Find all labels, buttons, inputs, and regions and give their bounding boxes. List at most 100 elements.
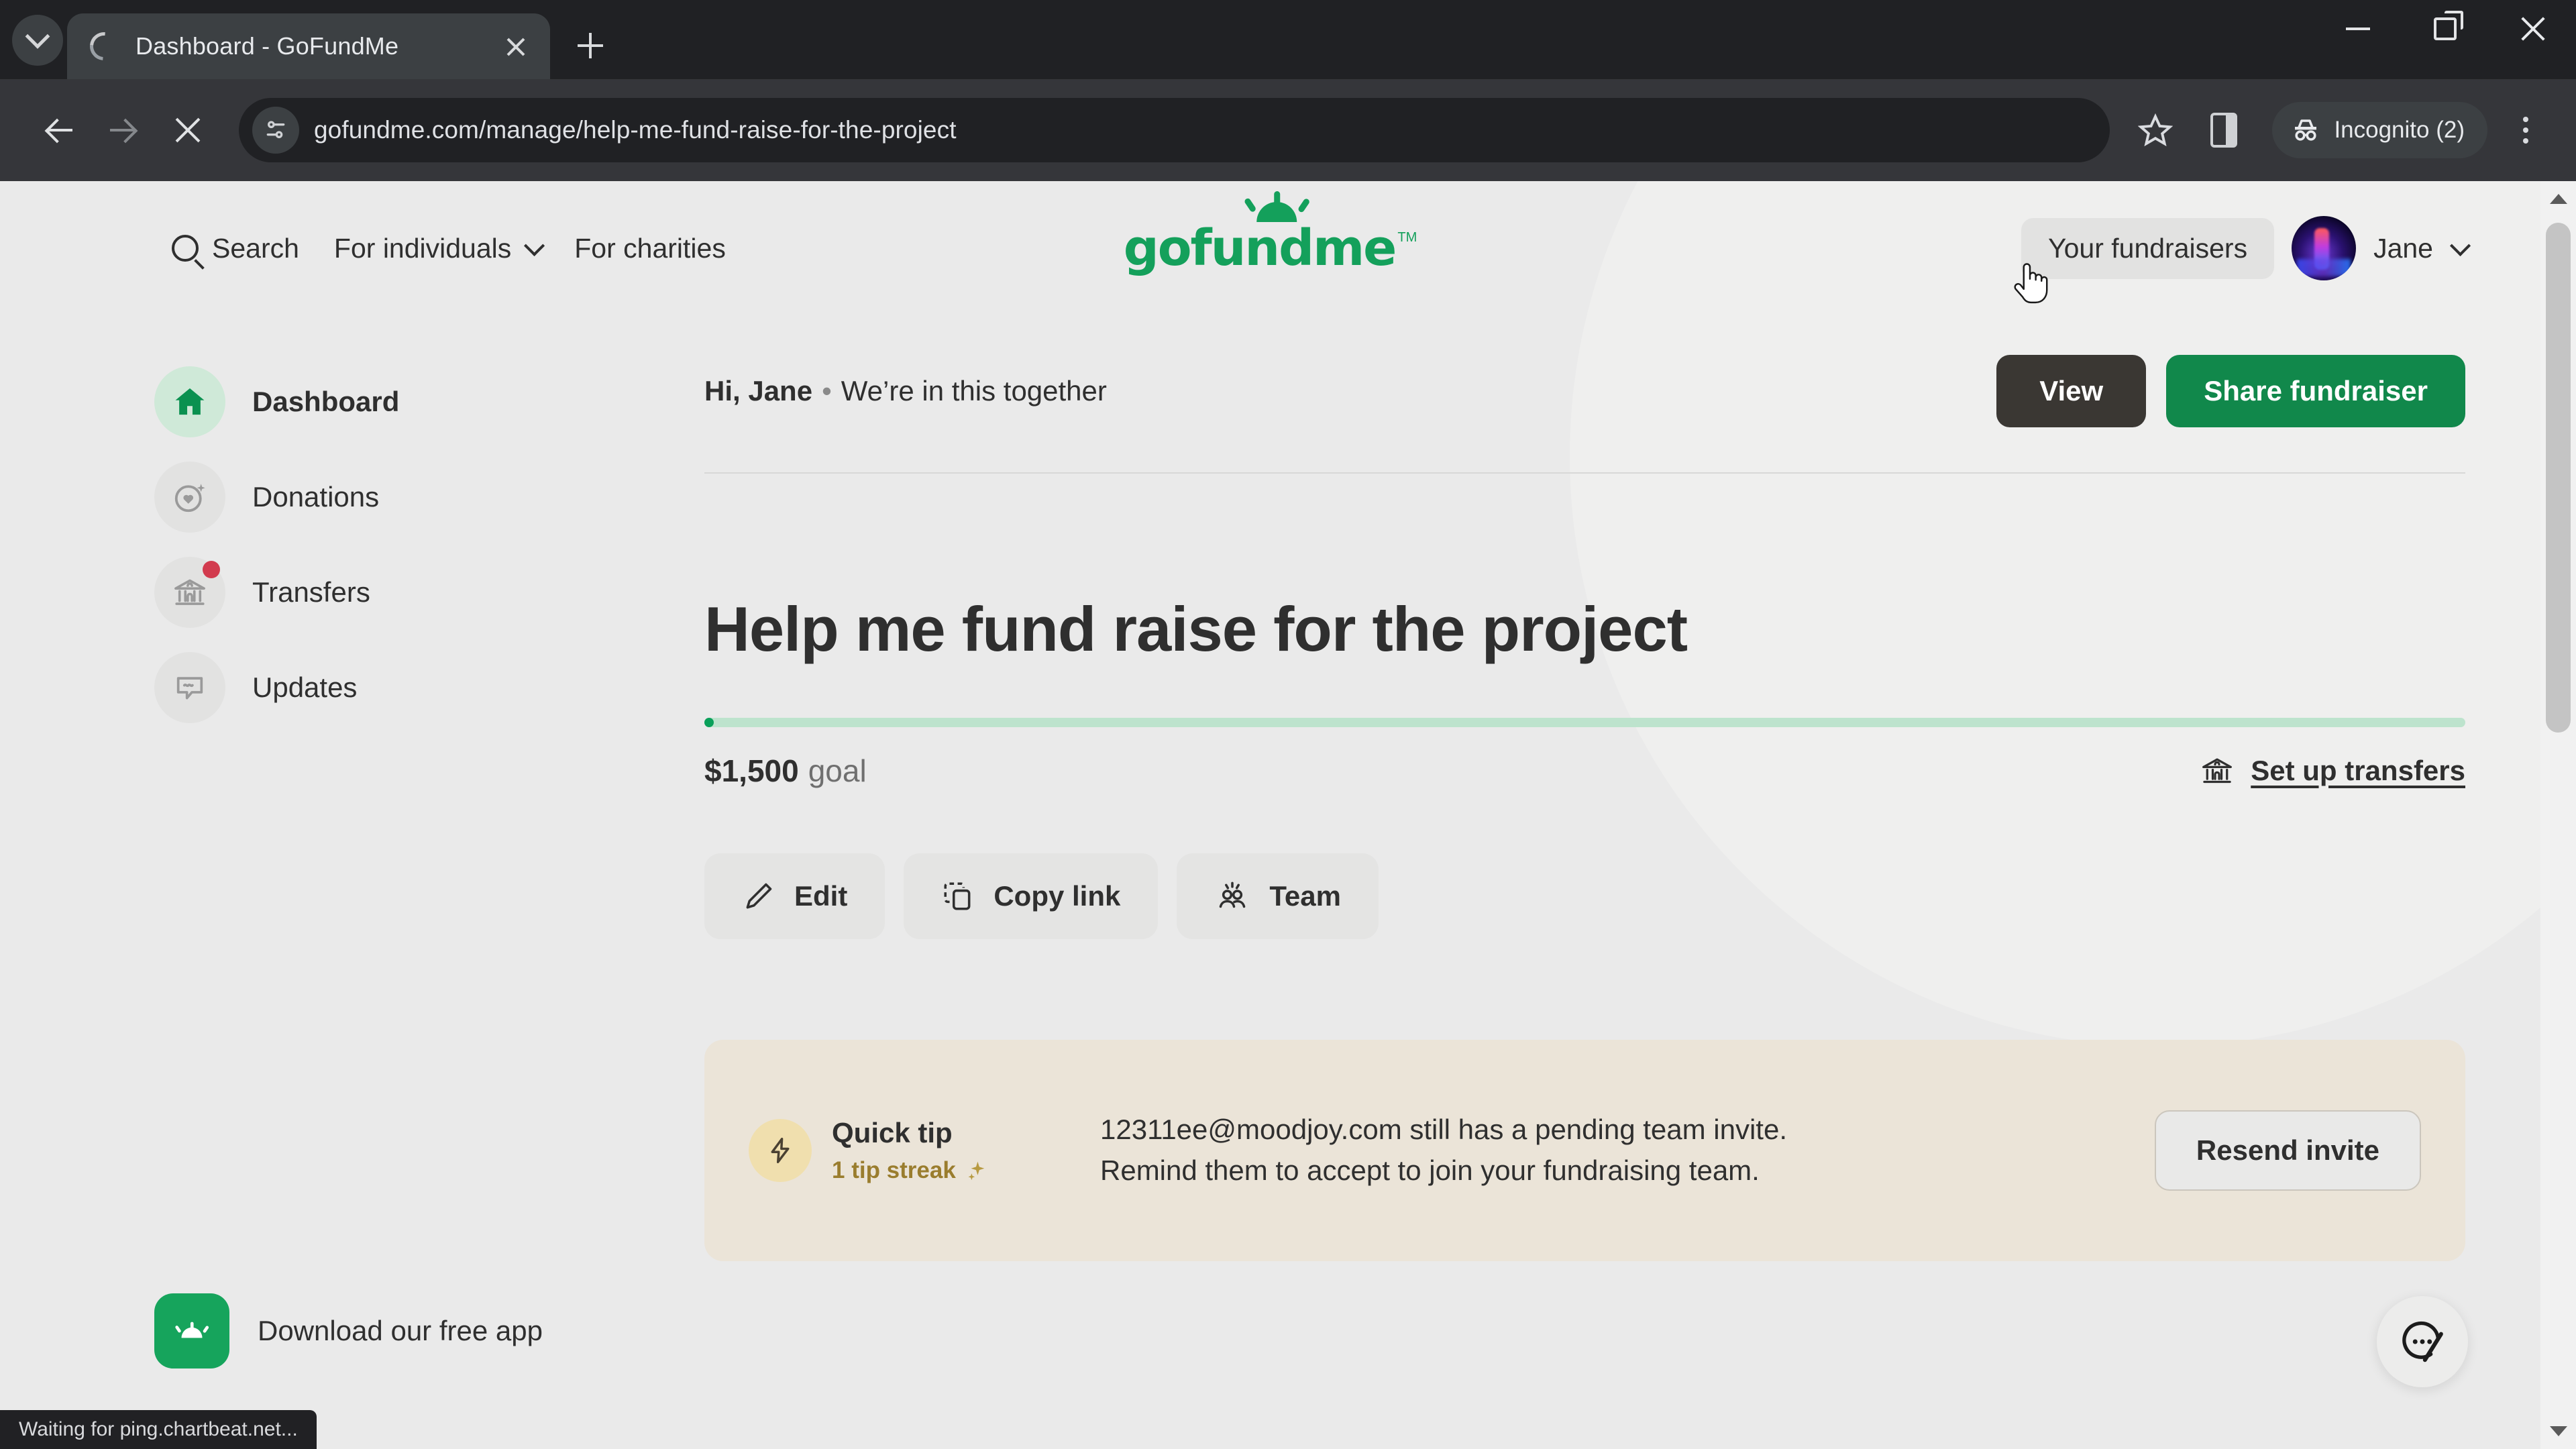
help-chat-button[interactable] (2377, 1296, 2468, 1387)
site-settings-icon[interactable] (252, 107, 299, 154)
nav-search-label: Search (212, 232, 299, 264)
close-icon (2518, 14, 2547, 44)
sidebar-item-label: Transfers (252, 576, 370, 608)
copy-link-label: Copy link (994, 880, 1121, 912)
page-viewport: Search For individuals For charities gof… (0, 181, 2576, 1449)
home-icon (154, 366, 225, 437)
chat-check-icon (2402, 1321, 2443, 1362)
download-app-promo[interactable]: Download our free app (154, 1293, 543, 1368)
share-fundraiser-button[interactable]: Share fundraiser (2166, 355, 2465, 427)
greeting-name: Hi, Jane (704, 375, 813, 407)
sidebar-item-donations[interactable]: Donations (154, 449, 704, 545)
tab-search-button[interactable] (12, 15, 63, 66)
sidebar: Dashboard Donations Transfers Updates (154, 315, 704, 1261)
your-fundraisers-button[interactable]: Your fundraisers (2021, 217, 2275, 279)
scroll-up-button[interactable] (2540, 181, 2576, 217)
minimize-button[interactable] (2314, 0, 2402, 58)
stop-loading-button[interactable] (156, 98, 220, 162)
gofundme-logo[interactable]: gofundme TM (1124, 191, 1417, 277)
sparkle-icon (968, 1161, 985, 1181)
scroll-down-button[interactable] (2540, 1413, 2576, 1449)
search-icon (172, 235, 199, 262)
team-label: Team (1269, 880, 1341, 912)
close-icon[interactable] (496, 27, 535, 66)
trademark-mark: TM (1397, 230, 1417, 245)
close-icon (173, 115, 203, 145)
url-text: gofundme.com/manage/help-me-fund-raise-f… (314, 116, 957, 144)
scrollbar-thumb[interactable] (2546, 223, 2571, 733)
window-controls (2314, 0, 2576, 79)
quick-tip-streak: 1 tip streak (832, 1157, 988, 1184)
sidebar-item-dashboard[interactable]: Dashboard (154, 354, 704, 449)
browser-tab[interactable]: Dashboard - GoFundMe (67, 13, 550, 79)
tab-loading-spinner-icon (84, 26, 124, 66)
new-tab-button[interactable] (566, 21, 614, 70)
nav-for-charities[interactable]: For charities (557, 223, 743, 274)
primary-nav: Search For individuals For charities (154, 223, 743, 274)
side-panel-button[interactable] (2192, 98, 2256, 162)
close-window-button[interactable] (2489, 0, 2576, 58)
avatar[interactable] (2292, 216, 2357, 280)
minimize-icon (2346, 28, 2370, 30)
sunrise-icon (1244, 191, 1309, 222)
bookmark-button[interactable] (2123, 98, 2188, 162)
sidebar-item-transfers[interactable]: Transfers (154, 545, 704, 640)
sidebar-item-label: Dashboard (252, 386, 400, 417)
menu-dot (2523, 138, 2528, 144)
main-header-actions: View Share fundraiser (1996, 355, 2465, 427)
browser-window: Dashboard - GoFundMe gofundme.com/manage… (0, 0, 2576, 1449)
sidebar-item-label: Updates (252, 672, 358, 703)
copy-icon (944, 882, 971, 910)
gofundme-dashboard-page: Search For individuals For charities gof… (0, 181, 2540, 1449)
header-right: Your fundraisers Jane (2021, 216, 2471, 280)
lightning-bolt-icon (749, 1119, 812, 1182)
address-bar[interactable]: gofundme.com/manage/help-me-fund-raise-f… (239, 98, 2110, 162)
download-app-label: Download our free app (258, 1315, 543, 1346)
status-bar: Waiting for ping.chartbeat.net... (0, 1410, 317, 1449)
caret-down-icon (2549, 1426, 2567, 1436)
set-up-transfers-label: Set up transfers (2251, 755, 2465, 786)
view-button[interactable]: View (1996, 355, 2147, 427)
incognito-indicator[interactable]: Incognito (2) (2272, 102, 2487, 158)
menu-dot (2523, 127, 2528, 133)
donation-heart-icon (154, 462, 225, 533)
star-icon (2138, 113, 2174, 147)
nav-for-individuals[interactable]: For individuals (317, 223, 557, 274)
copy-link-button[interactable]: Copy link (904, 853, 1159, 939)
back-button[interactable] (27, 98, 91, 162)
main-header: Hi, Jane • We’re in this together View Sha… (704, 347, 2465, 435)
goal-amount: $1,500 (704, 753, 799, 788)
page-scrollbar[interactable] (2540, 181, 2576, 1449)
nav-for-individuals-label: For individuals (333, 232, 512, 264)
resend-invite-button[interactable]: Resend invite (2154, 1110, 2421, 1191)
goal-label: goal (808, 753, 867, 788)
bank-icon (154, 557, 225, 628)
browser-toolbar: gofundme.com/manage/help-me-fund-raise-f… (0, 79, 2576, 181)
quick-tip-streak-label: 1 tip streak (832, 1157, 956, 1183)
quick-tip-heading: Quick tip (832, 1117, 953, 1148)
set-up-transfers-link[interactable]: Set up transfers (2200, 753, 2465, 788)
maximize-button[interactable] (2402, 0, 2489, 58)
greeting-separator: • (822, 375, 832, 407)
menu-dot (2523, 117, 2528, 122)
chevron-down-icon (524, 235, 545, 257)
quick-tip-card: Quick tip 1 tip streak 12311ee@moodjoy.c… (704, 1040, 2465, 1261)
greeting: Hi, Jane • We’re in this together (704, 375, 1107, 407)
chevron-down-icon[interactable] (2449, 235, 2471, 257)
tab-title: Dashboard - GoFundMe (136, 32, 399, 60)
edit-button[interactable]: Edit (704, 853, 885, 939)
forward-button[interactable] (91, 98, 156, 162)
quick-tip-text-block: Quick tip 1 tip streak (832, 1117, 988, 1184)
user-name: Jane (2373, 232, 2433, 264)
incognito-label: Incognito (2) (2334, 117, 2465, 143)
people-icon (1220, 881, 1246, 908)
your-fundraisers-label: Your fundraisers (2048, 232, 2248, 264)
pencil-icon (746, 883, 772, 909)
quick-tip-left: Quick tip 1 tip streak (749, 1117, 1064, 1184)
team-button[interactable]: Team (1177, 853, 1379, 939)
browser-menu-button[interactable] (2502, 100, 2549, 160)
sidebar-item-updates[interactable]: Updates (154, 640, 704, 735)
tab-strip: Dashboard - GoFundMe (0, 0, 2576, 79)
sidebar-item-label: Donations (252, 481, 380, 513)
nav-search[interactable]: Search (154, 223, 317, 274)
